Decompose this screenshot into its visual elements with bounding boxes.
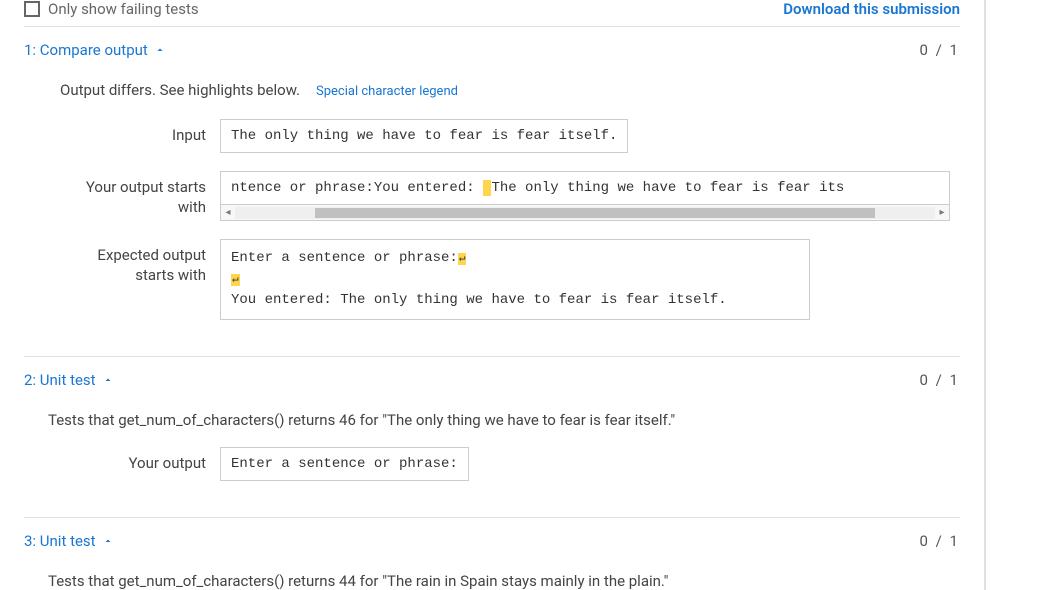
scroll-track[interactable]: [235, 207, 935, 219]
filter-failing-checkbox[interactable]: Only show failing tests: [24, 0, 199, 18]
filter-label: Only show failing tests: [48, 0, 199, 18]
expected-line3: You entered: The only thing we have to f…: [231, 292, 727, 308]
chevron-up-icon: [102, 374, 114, 386]
expected-output-value-box: Enter a sentence or phrase:↵↵You entered…: [220, 239, 810, 320]
scroll-left-arrow-icon[interactable]: ◂: [221, 206, 235, 220]
test-title: 3: Unit test: [24, 532, 96, 550]
test-title-row: 3: Unit test: [24, 532, 114, 550]
input-label: Input: [60, 119, 220, 145]
your-output-label: Your output: [60, 447, 220, 473]
download-submission-link[interactable]: Download this submission: [783, 0, 960, 18]
test-section-1: 1: Compare output 0 / 1 Output differs. …: [24, 26, 960, 356]
diff-note-text: Output differs. See highlights below.: [60, 81, 300, 99]
scroll-thumb[interactable]: [315, 208, 875, 218]
your-output-scroll-wrap: ntence or phrase:You entered: The only t…: [220, 171, 950, 221]
test-title-row: 1: Compare output: [24, 41, 166, 59]
your-output-value-box: ntence or phrase:You entered: The only t…: [220, 171, 950, 205]
horizontal-scrollbar[interactable]: ◂ ▸: [220, 205, 950, 221]
chevron-up-icon: [102, 535, 114, 547]
test-description: Tests that get_num_of_characters() retur…: [48, 411, 960, 429]
input-value-box: The only thing we have to fear is fear i…: [220, 119, 628, 153]
test-title: 2: Unit test: [24, 371, 96, 389]
checkbox-icon: [24, 1, 40, 17]
test-section-2: 2: Unit test 0 / 1 Tests that get_num_of…: [24, 356, 960, 517]
special-char-legend-link[interactable]: Special character legend: [316, 84, 458, 99]
test-section-3: 3: Unit test 0 / 1 Tests that get_num_of…: [24, 517, 960, 590]
your-output-value-box: Enter a sentence or phrase:: [220, 447, 469, 481]
test-score: 0 / 1: [920, 371, 961, 389]
io-grid: Input The only thing we have to fear is …: [60, 119, 960, 320]
scroll-right-arrow-icon[interactable]: ▸: [935, 206, 949, 220]
io-grid-small: Your output Enter a sentence or phrase:: [60, 447, 960, 481]
newline-icon: ↵: [458, 253, 467, 265]
test-description: Tests that get_num_of_characters() retur…: [48, 572, 960, 590]
test-score: 0 / 1: [920, 532, 961, 550]
test-score: 0 / 1: [920, 41, 961, 59]
test-header-2[interactable]: 2: Unit test 0 / 1: [24, 371, 960, 389]
page-root: Only show failing tests Download this su…: [0, 0, 1056, 590]
your-output-prefix: ntence or phrase:You entered:: [231, 180, 483, 196]
toolbar: Only show failing tests Download this su…: [24, 0, 960, 26]
your-output-rest: The only thing we have to fear is fear i…: [491, 180, 844, 196]
expected-output-starts-row: Expected output starts with Enter a sent…: [60, 239, 960, 320]
your-output-starts-row: Your output starts with ntence or phrase…: [60, 171, 960, 221]
test-header-1[interactable]: 1: Compare output 0 / 1: [24, 41, 960, 59]
expected-line1: Enter a sentence or phrase:: [231, 250, 458, 266]
test-title-row: 2: Unit test: [24, 371, 114, 389]
newline-icon: ↵: [231, 274, 240, 286]
content-panel: Only show failing tests Download this su…: [0, 0, 986, 590]
your-output-starts-label: Your output starts with: [60, 171, 220, 218]
test-title: 1: Compare output: [24, 41, 148, 59]
expected-output-starts-label: Expected output starts with: [60, 239, 220, 286]
test-header-3[interactable]: 3: Unit test 0 / 1: [24, 532, 960, 550]
diff-note-row: Output differs. See highlights below. Sp…: [60, 81, 960, 99]
your-output-row: Your output Enter a sentence or phrase:: [60, 447, 960, 481]
input-row: Input The only thing we have to fear is …: [60, 119, 960, 153]
chevron-up-icon: [154, 44, 166, 56]
